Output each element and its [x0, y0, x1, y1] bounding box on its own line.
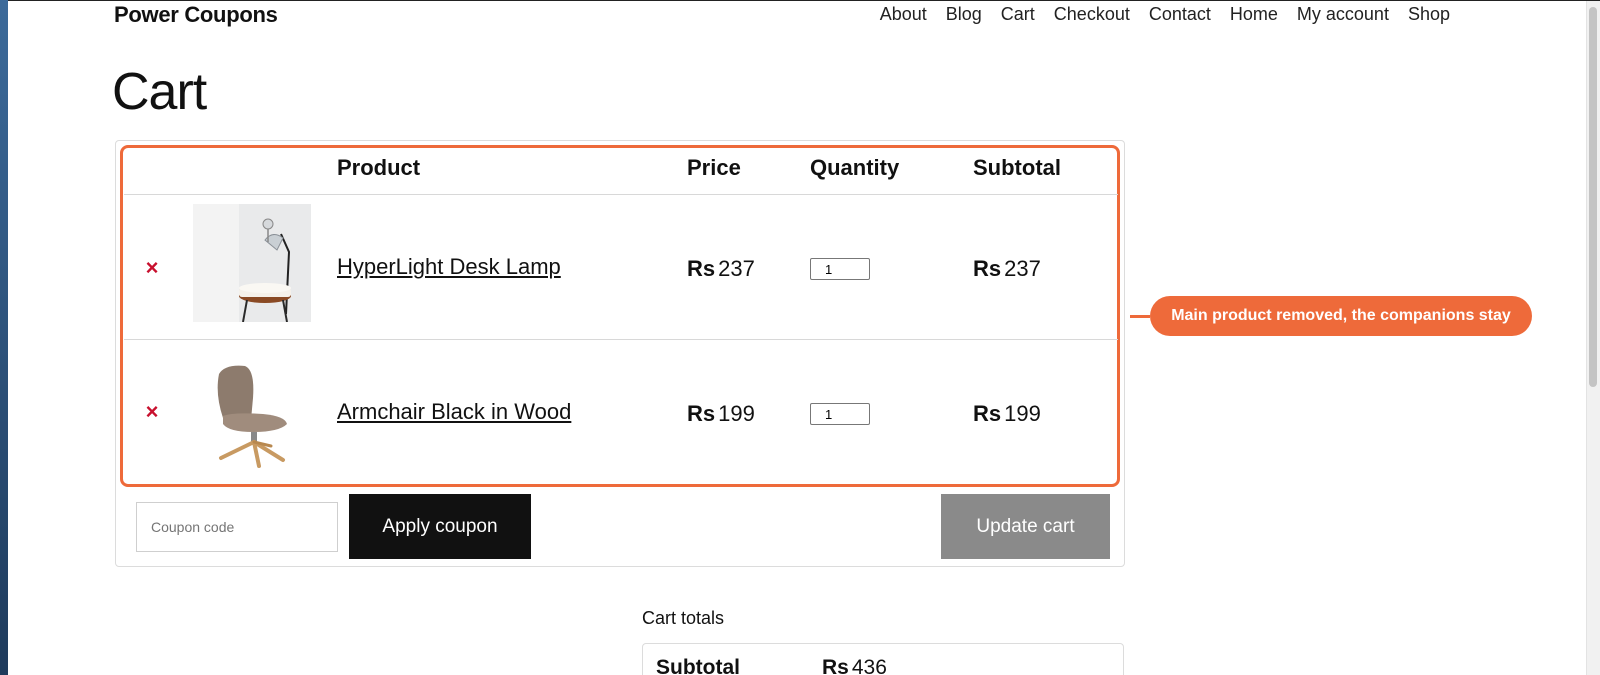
product-thumbnail-armchair[interactable] [193, 354, 311, 472]
quantity-input-armchair[interactable] [810, 403, 870, 425]
product-link-armchair[interactable]: Armchair Black in Wood [337, 399, 571, 425]
header-price: Price [687, 155, 741, 180]
currency-symbol: Rs [687, 401, 716, 426]
header-quantity: Quantity [810, 155, 900, 180]
scrollbar-thumb[interactable] [1589, 7, 1597, 387]
currency-symbol: Rs [687, 256, 716, 281]
update-cart-button[interactable]: Update cart [941, 494, 1110, 559]
subtotal-value: 237 [1004, 256, 1041, 281]
totals-subtotal-value: Rs 436 [822, 656, 887, 675]
totals-subtotal-label: Subtotal [656, 656, 740, 675]
price-desk-lamp: Rs 237 [687, 256, 755, 282]
remove-item-icon[interactable]: × [142, 401, 162, 423]
annotation-connector [1130, 315, 1150, 318]
nav-my-account[interactable]: My account [1297, 4, 1389, 25]
nav-about[interactable]: About [880, 4, 927, 25]
nav-home[interactable]: Home [1230, 4, 1278, 25]
desk-lamp-image [193, 204, 311, 323]
armchair-image [193, 354, 311, 472]
product-link-desk-lamp[interactable]: HyperLight Desk Lamp [337, 254, 561, 280]
main-nav: About Blog Cart Checkout Contact Home My… [880, 4, 1450, 25]
quantity-input-desk-lamp[interactable] [810, 258, 870, 280]
header-product: Product [337, 155, 421, 180]
nav-blog[interactable]: Blog [946, 4, 982, 25]
row-divider [124, 339, 1118, 340]
subtotal-armchair: Rs 199 [973, 401, 1041, 427]
currency-symbol: Rs [973, 256, 1002, 281]
subtotal-amount: 436 [851, 656, 887, 675]
annotation-bubble: Main product removed, the companions sta… [1150, 296, 1532, 336]
currency-symbol: Rs [822, 656, 849, 675]
nav-cart[interactable]: Cart [1001, 4, 1035, 25]
product-thumbnail-desk-lamp[interactable] [193, 204, 311, 323]
scrollbar[interactable] [1586, 1, 1600, 675]
price-value: 237 [718, 256, 755, 281]
cart-totals-heading: Cart totals [642, 608, 725, 628]
subtotal-value: 199 [1004, 401, 1041, 426]
price-armchair: Rs 199 [687, 401, 755, 427]
desktop-background [0, 0, 8, 675]
header-subtotal: Subtotal [973, 155, 1061, 180]
currency-symbol: Rs [973, 401, 1002, 426]
remove-item-icon[interactable]: × [142, 257, 162, 279]
coupon-code-input[interactable] [136, 502, 338, 552]
nav-contact[interactable]: Contact [1149, 4, 1211, 25]
nav-checkout[interactable]: Checkout [1054, 4, 1130, 25]
subtotal-desk-lamp: Rs 237 [973, 256, 1041, 282]
nav-shop[interactable]: Shop [1408, 4, 1450, 25]
price-value: 199 [718, 401, 755, 426]
apply-coupon-button[interactable]: Apply coupon [349, 494, 531, 559]
row-divider [124, 194, 1118, 195]
page-title: Cart [112, 63, 207, 121]
site-title[interactable]: Power Coupons [114, 2, 278, 28]
